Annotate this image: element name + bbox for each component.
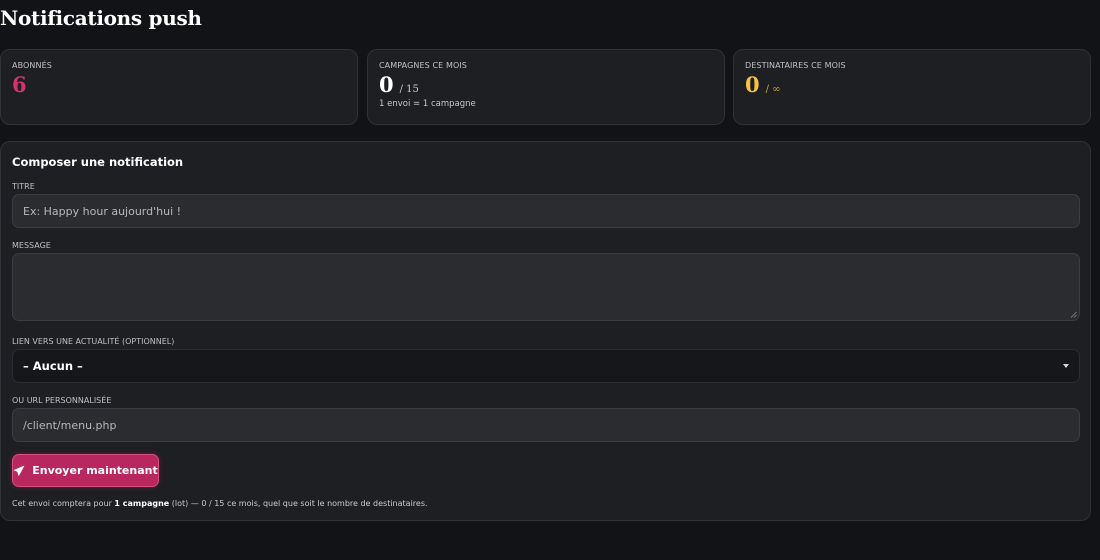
stat-label: ABONNÉS <box>12 61 52 70</box>
compose-title: Composer une notification <box>12 155 184 169</box>
page-title: Notifications push <box>0 6 202 30</box>
custom-url-input[interactable]: /client/menu.php <box>12 408 1080 442</box>
send-now-label: Envoyer maintenant <box>32 464 158 477</box>
footnote-bold: 1 campagne <box>114 499 170 508</box>
paper-plane-icon <box>13 465 25 476</box>
stat-card-subscribers: ABONNÉS 6 <box>0 49 358 125</box>
news-link-select[interactable]: – Aucun – <box>12 349 1080 383</box>
stat-note: 1 envoi = 1 campagne <box>379 99 476 109</box>
stat-suffix-recipients: / ∞ <box>765 84 781 95</box>
titre-label: TITRE <box>12 182 35 191</box>
chevron-down-icon <box>1063 364 1069 368</box>
message-label: MESSAGE <box>12 241 51 250</box>
quota-footnote: Cet envoi comptera pour 1 campagne (lot)… <box>12 499 428 508</box>
footnote-text: Cet envoi comptera pour <box>12 499 115 508</box>
compose-card: Composer une notification TITRE Ex: Happ… <box>0 141 1091 521</box>
stat-card-campaigns: CAMPAGNES CE MOIS 0 / 15 1 envoi = 1 cam… <box>367 49 725 125</box>
resize-grip-icon[interactable] <box>1070 311 1077 318</box>
titre-input[interactable]: Ex: Happy hour aujourd'hui ! <box>12 194 1080 228</box>
stat-label: CAMPAGNES CE MOIS <box>379 61 467 70</box>
stat-value-campaigns: 0 <box>379 72 394 97</box>
stat-suffix-campaigns: / 15 <box>399 84 419 95</box>
stat-label: DESTINATAIRES CE MOIS <box>745 61 846 70</box>
link-label: LIEN VERS UNE ACTUALITÉ (OPTIONNEL) <box>12 337 175 346</box>
stat-value-subscribers: 6 <box>12 72 27 97</box>
send-now-button[interactable]: Envoyer maintenant <box>12 454 159 487</box>
message-textarea[interactable] <box>12 253 1080 321</box>
url-label: OU URL PERSONNALISÉE <box>12 396 112 405</box>
footnote-text-end: (lot) — 0 / 15 ce mois, quel que soit le… <box>169 499 428 508</box>
stat-card-recipients: DESTINATAIRES CE MOIS 0 / ∞ <box>733 49 1091 125</box>
stat-value-recipients: 0 <box>745 72 760 97</box>
news-link-selected: – Aucun – <box>23 359 83 373</box>
